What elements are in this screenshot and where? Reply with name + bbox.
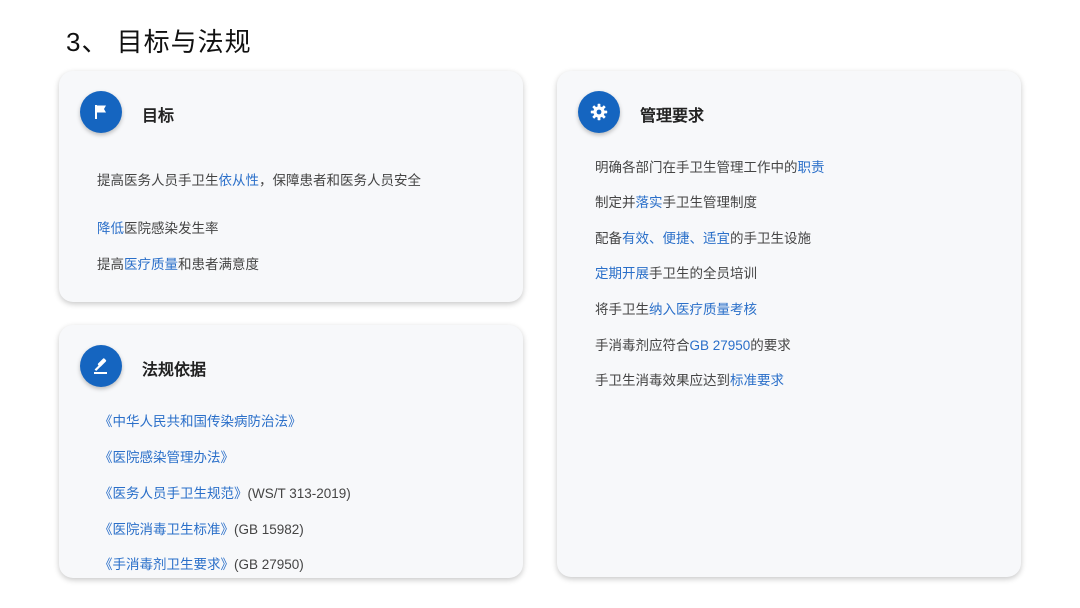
requirement-item: 手消毒剂应符合GB 27950的要求 — [595, 334, 791, 354]
law-item: 《中华人民共和国传染病防治法》 — [99, 410, 302, 430]
plain-text: 提高 — [97, 257, 124, 272]
goals-card: 目标 提高医务人员手卫生依从性，保障患者和医务人员安全 降低医院感染发生率 提高… — [59, 71, 523, 302]
gear-icon — [578, 91, 620, 133]
plain-text: 配备 — [595, 231, 622, 246]
plain-text: (GB 15982) — [234, 522, 304, 537]
goal-item: 降低医院感染发生率 — [97, 217, 219, 237]
requirements-card: 管理要求 明确各部门在手卫生管理工作中的职责 制定并落实手卫生管理制度 配备有效… — [557, 71, 1021, 577]
law-item: 《医务人员手卫生规范》(WS/T 313-2019) — [99, 482, 351, 502]
law-item: 《手消毒剂卫生要求》(GB 27950) — [99, 553, 304, 573]
highlight-text: 有效、便捷、适宜 — [622, 231, 730, 246]
highlight-text: 降低 — [97, 221, 124, 236]
highlight-text: 职责 — [797, 160, 825, 175]
requirement-item: 配备有效、便捷、适宜的手卫生设施 — [595, 227, 811, 247]
plain-text: (GB 27950) — [234, 557, 304, 572]
highlight-text: 《手消毒剂卫生要求》 — [99, 557, 234, 572]
highlight-text: 依从性 — [218, 173, 260, 188]
requirement-item: 手卫生消毒效果应达到标准要求 — [595, 369, 784, 389]
plain-text: 将手卫生 — [595, 302, 649, 317]
requirement-item: 制定并落实手卫生管理制度 — [595, 191, 757, 211]
goal-item: 提高医务人员手卫生依从性，保障患者和医务人员安全 — [97, 169, 421, 189]
requirements-title: 管理要求 — [640, 108, 705, 125]
plain-text: 制定并 — [595, 195, 636, 210]
highlight-text: 纳入医疗质量考核 — [649, 302, 757, 317]
highlight-text: 落实 — [635, 195, 663, 210]
laws-title: 法规依据 — [142, 362, 207, 379]
plain-text: 明确各部门在手卫生管理工作中的 — [595, 160, 798, 175]
plain-text: 提高医务人员手卫生 — [97, 173, 219, 188]
law-item: 《医院感染管理办法》 — [99, 446, 234, 466]
plain-text: 和患者满意度 — [178, 257, 259, 272]
plain-text: ，保障患者和医务人员安全 — [259, 173, 421, 188]
requirement-item: 将手卫生纳入医疗质量考核 — [595, 298, 757, 318]
highlight-text: 标准要求 — [730, 373, 784, 388]
highlight-text: 医疗质量 — [124, 257, 178, 272]
goals-title: 目标 — [142, 108, 175, 125]
laws-card: 法规依据 《中华人民共和国传染病防治法》 《医院感染管理办法》 《医务人员手卫生… — [59, 325, 523, 578]
highlight-text: 《医院消毒卫生标准》 — [99, 522, 234, 537]
page-title: 3、 目标与法规 — [66, 27, 252, 57]
highlight-text: 《医院感染管理办法》 — [99, 450, 234, 465]
plain-text: 医院感染发生率 — [124, 221, 219, 236]
requirement-item: 明确各部门在手卫生管理工作中的职责 — [595, 156, 825, 176]
plain-text: 手卫生的全员培训 — [649, 266, 757, 281]
highlight-text: 定期开展 — [595, 266, 649, 281]
plain-text: (WS/T 313-2019) — [247, 486, 351, 501]
flag-icon — [80, 91, 122, 133]
plain-text: 手卫生消毒效果应达到 — [595, 373, 730, 388]
goal-item: 提高医疗质量和患者满意度 — [97, 253, 259, 273]
plain-text: 的手卫生设施 — [730, 231, 811, 246]
highlight-text: 《中华人民共和国传染病防治法》 — [99, 414, 302, 429]
gavel-icon — [80, 345, 122, 387]
plain-text: 的要求 — [750, 338, 791, 353]
requirement-item: 定期开展手卫生的全员培训 — [595, 262, 757, 282]
highlight-text: 《医务人员手卫生规范》 — [99, 486, 248, 501]
plain-text: 手消毒剂应符合 — [595, 338, 690, 353]
highlight-text: GB 27950 — [689, 338, 751, 353]
plain-text: 手卫生管理制度 — [662, 195, 758, 210]
law-item: 《医院消毒卫生标准》(GB 15982) — [99, 518, 304, 538]
